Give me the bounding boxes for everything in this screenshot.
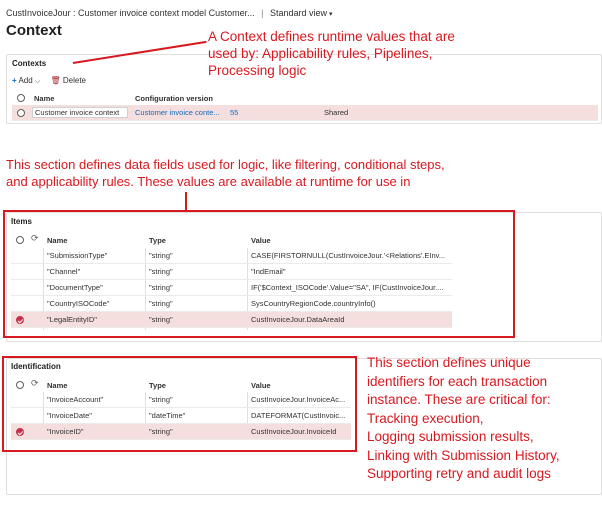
identification-grid: ⟳ Name Type Value "InvoiceAccount" "stri…	[11, 378, 351, 444]
plus-icon: +	[12, 76, 17, 85]
breadcrumb-path: CustInvoiceJour : Customer invoice conte…	[6, 8, 255, 18]
item-value: CASE(FIRSTORNULL(CustInvoiceJour.'<Relat…	[251, 251, 446, 260]
annotation-line: identifiers for each transaction	[367, 373, 548, 389]
select-all-radio[interactable]	[16, 236, 24, 244]
item-name: "SubmissionType"	[47, 251, 108, 260]
item-value: SysCountryRegionCode.countryInfo()	[251, 299, 376, 308]
item-type: "string"	[149, 283, 173, 292]
annotation-line: Logging submission results,	[367, 429, 534, 444]
identifier-type: "dateTime"	[149, 411, 186, 420]
chevron-down-icon: ⌵	[34, 78, 41, 85]
annotation-line: This section defines data fields used fo…	[6, 157, 445, 172]
item-value: IF('$Context_ISOCode'.Value="SA", IF(Cus…	[251, 283, 444, 292]
column-header-value: Value	[251, 236, 271, 245]
page-title: Context	[6, 22, 62, 39]
item-type: "string"	[149, 267, 173, 276]
item-name: "Channel"	[47, 267, 81, 276]
column-header-name: Name	[47, 381, 68, 390]
table-row[interactable]: "InvoiceAccount" "string" CustInvoiceJou…	[11, 392, 351, 408]
trash-icon: 🗑	[50, 76, 61, 85]
row-checkmark-icon[interactable]	[16, 316, 24, 324]
items-annotation-connector	[185, 192, 187, 210]
items-annotation: This section defines data fields used fo…	[6, 156, 445, 190]
view-selector[interactable]: Standard view ▾	[270, 8, 333, 18]
table-row[interactable]: "SubmissionType" "string" CASE(FIRSTORNU…	[11, 248, 452, 264]
shared-label: Shared	[324, 108, 349, 117]
item-name: "CountryISOCode"	[47, 299, 110, 308]
item-value: "IndEmail"	[251, 267, 286, 276]
delete-button[interactable]: 🗑 Delete	[50, 76, 86, 85]
item-type: "string"	[149, 299, 173, 308]
column-header-value: Value	[251, 381, 271, 390]
annotation-line: Supporting retry and audit logs	[367, 466, 551, 481]
item-name: "DocumentType"	[47, 283, 103, 292]
item-value: CustInvoiceJour.DataAreaId	[251, 315, 345, 324]
identifier-value: CustInvoiceJour.InvoiceAc...	[251, 395, 346, 404]
table-row[interactable]: Customer invoice context Customer invoic…	[12, 105, 598, 121]
items-title: Items	[11, 217, 32, 226]
annotation-line: and applicability rules. These values ar…	[6, 174, 411, 189]
row-radio[interactable]	[17, 109, 25, 117]
table-row[interactable]: "Channel" "string" "IndEmail"	[11, 264, 452, 280]
table-row[interactable]: "DocumentType" "string" IF('$Context_ISO…	[11, 280, 452, 296]
column-header-type: Type	[149, 236, 166, 245]
select-all-radio[interactable]	[17, 94, 25, 102]
refresh-icon[interactable]: ⟳	[31, 378, 39, 389]
annotation-line: used by: Applicability rules, Pipelines,	[208, 46, 433, 61]
table-row[interactable]: "LegalEntityID" "string" CustInvoiceJour…	[11, 312, 452, 328]
contexts-grid: Name Configuration version Customer invo…	[12, 91, 598, 125]
items-grid: ⟳ Name Type Value "SubmissionType" "stri…	[11, 232, 452, 332]
breadcrumb: CustInvoiceJour : Customer invoice conte…	[6, 8, 333, 18]
context-annotation: A Context defines runtime values that ar…	[208, 28, 455, 79]
refresh-icon[interactable]: ⟳	[31, 233, 39, 244]
context-name-field[interactable]: Customer invoice context	[32, 107, 128, 118]
add-button[interactable]: + Add ⌵	[12, 76, 40, 86]
identification-title: Identification	[11, 362, 61, 371]
identifier-name: "InvoiceID"	[47, 427, 84, 436]
row-checkmark-icon[interactable]	[16, 428, 24, 436]
column-header-config-version: Configuration version	[135, 94, 213, 103]
select-all-radio[interactable]	[16, 381, 24, 389]
item-name: "LegalEntityID"	[47, 315, 97, 324]
identifier-value: DATEFORMAT(CustInvoic...	[251, 411, 346, 420]
annotation-line: instance. These are critical for:	[367, 392, 551, 407]
column-header-name: Name	[34, 94, 55, 103]
identifier-name: "InvoiceAccount"	[47, 395, 104, 404]
version-number: 55	[230, 108, 239, 117]
identifier-name: "InvoiceDate"	[47, 411, 92, 420]
identification-annotation: This section defines unique identifiers …	[367, 354, 560, 484]
annotation-line: Linking with Submission History,	[367, 447, 560, 463]
column-header-type: Type	[149, 381, 166, 390]
identifier-type: "string"	[149, 395, 173, 404]
annotation-line: Processing logic	[208, 63, 307, 78]
config-version-link[interactable]: Customer invoice conte...	[135, 108, 227, 117]
chevron-down-icon: ▾	[329, 11, 333, 18]
identifier-value: CustInvoiceJour.InvoiceId	[251, 427, 337, 436]
contexts-title: Contexts	[12, 59, 47, 68]
item-type: "string"	[149, 315, 173, 324]
table-row[interactable]: "CountryISOCode" "string" SysCountryRegi…	[11, 296, 452, 312]
table-row[interactable]: "InvoiceDate" "dateTime" DATEFORMAT(Cust…	[11, 408, 351, 424]
column-header-name: Name	[47, 236, 68, 245]
annotation-line: A Context defines runtime values that ar…	[208, 29, 455, 44]
identifier-type: "string"	[149, 427, 173, 436]
annotation-line: This section defines unique	[367, 355, 531, 370]
breadcrumb-separator: |	[261, 8, 264, 18]
contexts-toolbar: + Add ⌵ 🗑 Delete	[12, 76, 94, 86]
table-row[interactable]: "InvoiceID" "string" CustInvoiceJour.Inv…	[11, 424, 351, 440]
item-type: "string"	[149, 251, 173, 260]
annotation-line: Tracking execution,	[367, 410, 484, 426]
